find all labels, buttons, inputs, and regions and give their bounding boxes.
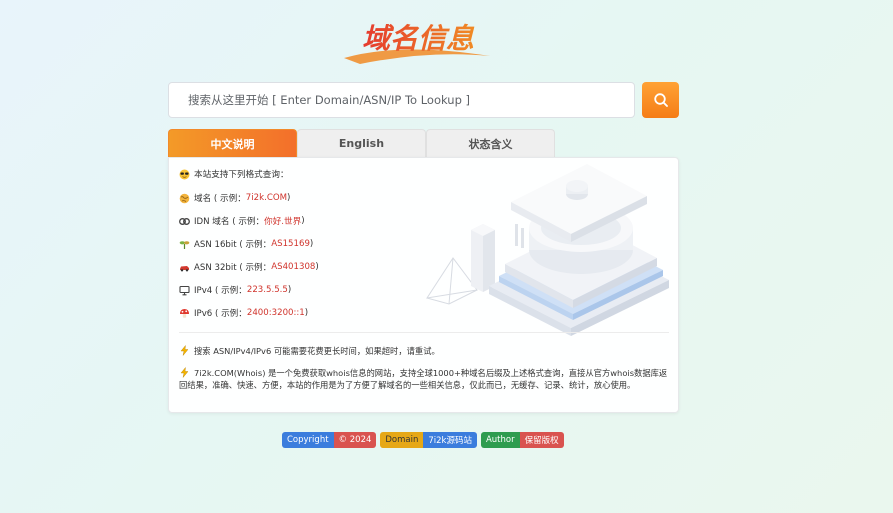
example-ipv4-link[interactable]: 223.5.5.5 (247, 285, 288, 295)
logo-graphic: 域名信息 (344, 22, 490, 64)
badge-author[interactable]: Author 保留版权 (480, 432, 564, 448)
server-illustration (425, 164, 669, 336)
search-button[interactable] (642, 82, 679, 118)
divider (179, 332, 669, 333)
format-row-ipv4: IPv4 ( 示例： 223.5.5.5 ) (179, 284, 291, 296)
badge-copyright[interactable]: Copyright © 2024 (282, 432, 377, 448)
format-row-domain: 域名 ( 示例： 7i2k.COM ) (179, 192, 290, 204)
logo-text: 域名信息 (362, 22, 475, 55)
lightning-icon (179, 344, 190, 356)
tab-bar: 中文说明 English 状态含义 (168, 129, 556, 157)
car-icon (179, 262, 190, 273)
format-row-asn16: ASN 16bit ( 示例： AS15169 ) (179, 238, 313, 250)
tab-english[interactable]: English (297, 129, 426, 157)
mushroom-icon (179, 308, 190, 319)
tab-status-meaning[interactable]: 状态含义 (426, 129, 555, 157)
badge-copyright-right: © 2024 (333, 432, 377, 448)
monitor-icon (179, 285, 190, 296)
intro-row: 本站支持下列格式查询： (179, 168, 289, 180)
badge-copyright-left: Copyright (282, 432, 334, 448)
tab-chinese[interactable]: 中文说明 (168, 129, 297, 157)
badge-domain-right: 7i2k源码站 (423, 432, 477, 448)
format-row-idn: IDN 域名 ( 示例： 你好.世界 ) (179, 215, 305, 227)
example-ipv6-link[interactable]: 2400:3200::1 (247, 308, 305, 318)
example-asn32-link[interactable]: AS401308 (271, 262, 315, 272)
example-idn-link[interactable]: 你好.世界 (264, 215, 301, 227)
format-row-asn32: ASN 32bit ( 示例： AS401308 ) (179, 261, 319, 273)
search-input[interactable] (168, 82, 635, 118)
info-panel: 本站支持下列格式查询： 域名 ( 示例： 7i2k.COM ) IDN 域名 ( … (168, 157, 679, 413)
sunglasses-emoji-icon (179, 169, 190, 180)
lightning-icon (179, 366, 190, 378)
example-asn16-link[interactable]: AS15169 (271, 239, 310, 249)
globe-icon (179, 193, 190, 204)
site-logo[interactable]: 域名信息 (340, 12, 505, 68)
format-row-ipv6: IPv6 ( 示例： 2400:3200::1 ) (179, 307, 308, 319)
plant-icon (179, 239, 190, 250)
search-bar (168, 82, 679, 118)
footer-badges: Copyright © 2024 Domain 7i2k源码站 Author 保… (282, 432, 564, 448)
note-about: 7i2k.COM(Whois) 是一个免费获取whois信息的网站，支持全球10… (179, 366, 668, 390)
link-icon (179, 216, 190, 227)
note-timeout: 搜索 ASN/IPv4/IPv6 可能需要花费更长时间，如果超时，请重试。 (179, 344, 669, 357)
intro-text: 本站支持下列格式查询： (194, 170, 289, 180)
badge-author-right: 保留版权 (519, 432, 564, 448)
search-icon (653, 93, 668, 107)
badge-domain-left: Domain (380, 432, 424, 448)
example-domain-link[interactable]: 7i2k.COM (246, 193, 287, 203)
badge-author-left: Author (480, 432, 520, 448)
badge-domain[interactable]: Domain 7i2k源码站 (380, 432, 477, 448)
